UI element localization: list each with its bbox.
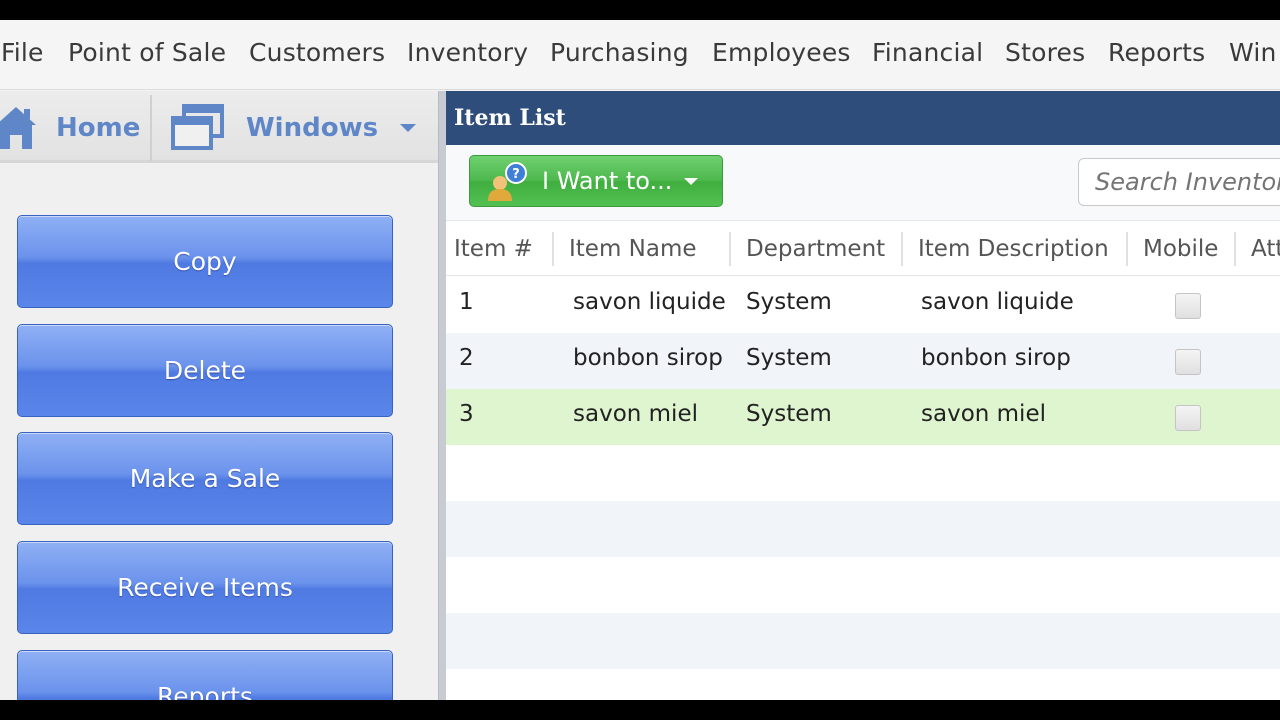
mobile-checkbox[interactable] bbox=[1175, 349, 1201, 375]
receive-items-button[interactable]: Receive Items bbox=[17, 541, 393, 634]
table-row-selected[interactable]: 3 savon miel System savon miel bbox=[446, 389, 1280, 445]
chevron-down-icon bbox=[684, 177, 699, 185]
column-header-department[interactable]: Department bbox=[746, 236, 885, 262]
empty-table-row bbox=[446, 445, 1280, 501]
nav-strip: Home Windows bbox=[0, 91, 440, 163]
column-header-item-number[interactable]: Item # bbox=[454, 236, 533, 262]
navigation-pane: Home Windows Copy Delete Make a Sale Rec… bbox=[0, 91, 440, 700]
item-list-panel: Item List ? I Want to... Item # Item Nam… bbox=[446, 91, 1280, 700]
home-icon bbox=[0, 107, 36, 149]
nav-divider bbox=[150, 95, 152, 161]
column-divider[interactable] bbox=[901, 232, 903, 266]
user-help-icon: ? bbox=[488, 162, 527, 201]
cell-item-name: savon miel bbox=[573, 401, 698, 427]
svg-text:?: ? bbox=[512, 167, 520, 182]
windows-icon bbox=[171, 104, 224, 150]
windows-dropdown[interactable]: Windows bbox=[170, 95, 430, 161]
menu-reports[interactable]: Reports bbox=[1108, 38, 1205, 67]
table-row[interactable]: 1 savon liquide System savon liquide bbox=[446, 277, 1280, 333]
receive-items-button-label: Receive Items bbox=[117, 573, 293, 602]
menu-file[interactable]: File bbox=[1, 38, 44, 67]
windows-label: Windows bbox=[246, 113, 379, 143]
mobile-checkbox[interactable] bbox=[1175, 405, 1201, 431]
make-a-sale-button[interactable]: Make a Sale bbox=[17, 432, 393, 525]
column-divider[interactable] bbox=[1234, 232, 1236, 266]
menu-windows[interactable]: Win bbox=[1229, 38, 1277, 67]
item-list-toolbar: ? I Want to... bbox=[446, 145, 1280, 221]
column-header-mobile[interactable]: Mobile bbox=[1143, 236, 1218, 262]
copy-button-label: Copy bbox=[173, 247, 237, 276]
menu-purchasing[interactable]: Purchasing bbox=[550, 38, 689, 67]
chevron-down-icon bbox=[400, 124, 417, 132]
copy-button[interactable]: Copy bbox=[17, 215, 393, 308]
cell-item-description: savon miel bbox=[921, 401, 1046, 427]
cell-item-name: savon liquide bbox=[573, 289, 726, 315]
pane-splitter[interactable] bbox=[438, 91, 446, 700]
i-want-to-label: I Want to... bbox=[542, 167, 673, 195]
cell-item-name: bonbon sirop bbox=[573, 345, 723, 371]
column-header-item-name[interactable]: Item Name bbox=[569, 236, 697, 262]
panel-title-bar: Item List bbox=[446, 91, 1280, 145]
cell-department: System bbox=[746, 289, 832, 315]
cell-item-description: bonbon sirop bbox=[921, 345, 1071, 371]
search-inventory-input[interactable] bbox=[1078, 158, 1280, 206]
menu-point-of-sale[interactable]: Point of Sale bbox=[68, 38, 226, 67]
column-header-attribute[interactable]: Att bbox=[1251, 236, 1280, 262]
reports-button-label: Reports bbox=[157, 682, 253, 700]
column-header-item-description[interactable]: Item Description bbox=[918, 236, 1109, 262]
empty-table-row bbox=[446, 613, 1280, 669]
delete-button-label: Delete bbox=[163, 356, 247, 385]
mobile-checkbox[interactable] bbox=[1175, 293, 1201, 319]
menu-inventory[interactable]: Inventory bbox=[407, 38, 528, 67]
empty-table-row bbox=[446, 557, 1280, 613]
delete-button[interactable]: Delete bbox=[17, 324, 393, 417]
cell-department: System bbox=[746, 401, 832, 427]
make-a-sale-button-label: Make a Sale bbox=[129, 464, 281, 493]
column-divider[interactable] bbox=[729, 232, 731, 266]
menu-employees[interactable]: Employees bbox=[712, 38, 851, 67]
table-row[interactable]: 2 bonbon sirop System bonbon sirop bbox=[446, 333, 1280, 389]
cell-item-number: 2 bbox=[459, 345, 474, 371]
table-header: Item # Item Name Department Item Descrip… bbox=[446, 222, 1280, 276]
menu-stores[interactable]: Stores bbox=[1005, 38, 1085, 67]
pos-application-window: File Point of Sale Customers Inventory P… bbox=[0, 20, 1280, 700]
i-want-to-button[interactable]: ? I Want to... bbox=[469, 155, 723, 207]
panel-title: Item List bbox=[454, 105, 566, 131]
reports-button[interactable]: Reports bbox=[17, 650, 393, 700]
cell-department: System bbox=[746, 345, 832, 371]
column-divider[interactable] bbox=[552, 232, 554, 266]
cell-item-description: savon liquide bbox=[921, 289, 1074, 315]
cell-item-number: 3 bbox=[459, 401, 474, 427]
home-label: Home bbox=[56, 113, 141, 143]
menu-financial[interactable]: Financial bbox=[872, 38, 983, 67]
menu-bar: File Point of Sale Customers Inventory P… bbox=[0, 20, 1280, 90]
empty-table-row bbox=[446, 669, 1280, 700]
menu-customers[interactable]: Customers bbox=[249, 38, 385, 67]
cell-item-number: 1 bbox=[459, 289, 474, 315]
column-divider[interactable] bbox=[1126, 232, 1128, 266]
home-button[interactable]: Home bbox=[0, 95, 146, 161]
empty-table-row bbox=[446, 501, 1280, 557]
